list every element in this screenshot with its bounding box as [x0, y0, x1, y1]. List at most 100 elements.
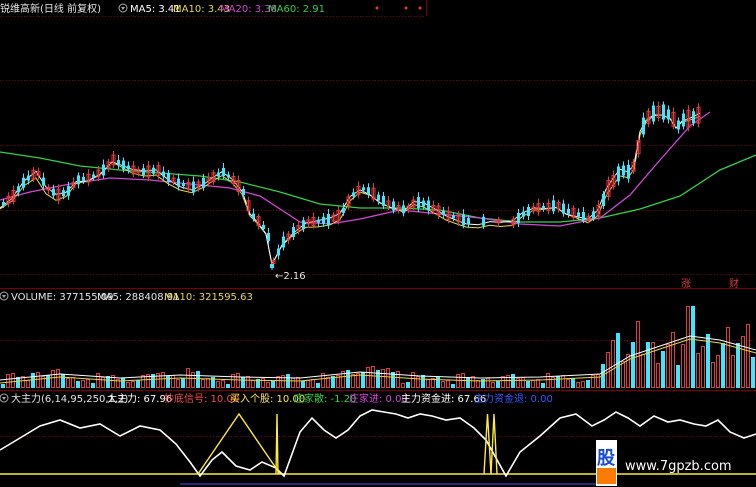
- volume-bar-up: [596, 374, 600, 388]
- watermark-url: www.7gpzb.com: [625, 459, 732, 474]
- chaodi-signal-label: 抄底信号: 10.00: [164, 392, 239, 405]
- volume-bar-up: [131, 381, 135, 388]
- volume-bar-up: [386, 368, 390, 388]
- badge-zhang[interactable]: 涨: [681, 278, 691, 290]
- candle-body-down: [682, 113, 685, 127]
- indicator-toggle-arrow-icon: [121, 7, 125, 10]
- volume-bar-up: [446, 380, 450, 388]
- volume-panel-header: VOLUME: 377155.09 MA5: 288408.91 MA10: 3…: [0, 291, 253, 303]
- volume-bar-down: [121, 378, 125, 388]
- volume-bar-up: [456, 374, 460, 388]
- volume-bar-up: [711, 362, 715, 388]
- volume-bar-up: [561, 375, 565, 388]
- candle-body-down: [352, 192, 355, 197]
- volume-bar-up: [221, 380, 225, 388]
- candle-body-down: [642, 117, 645, 135]
- candle-body-down: [117, 160, 120, 165]
- candle-body-down: [167, 172, 170, 182]
- candle-body-down: [567, 208, 570, 214]
- volume-bar-up: [416, 376, 420, 388]
- candle-body-down: [517, 213, 520, 223]
- stock-title[interactable]: 锐维高新(日线 前复权): [0, 2, 101, 15]
- volume-ma10-line: [0, 338, 756, 384]
- marker-dot-icon: [404, 6, 408, 10]
- candle-body-down: [27, 175, 30, 181]
- volume-bar-up: [206, 378, 210, 388]
- dazhuli-label: 大主力: 67.96: [107, 392, 172, 405]
- candle-body-down: [327, 214, 330, 225]
- candle-body-down: [452, 215, 455, 219]
- ma60-label: MA60: 2.91: [268, 4, 325, 15]
- volume-bar-up: [581, 381, 585, 388]
- candle-body-down: [442, 211, 445, 215]
- ma5-line: [0, 112, 701, 267]
- volume-bar-up: [401, 383, 405, 388]
- volume-bar-up: [86, 379, 90, 388]
- candle-body-down: [402, 205, 405, 214]
- fund-out-label: 主力资金退: 0.00: [474, 392, 553, 405]
- marker-dot-icon: [375, 6, 379, 10]
- volume-bar-up: [576, 382, 580, 388]
- indicator-panel-arrow-icon: [2, 397, 6, 400]
- candle-body-down: [262, 225, 265, 229]
- volume-bar-up: [441, 381, 445, 388]
- candle-body-down: [382, 196, 385, 206]
- volume-bar-down: [61, 374, 65, 388]
- volume-bar-down: [76, 381, 80, 388]
- volume-bar-up: [546, 373, 550, 388]
- volume-bar-up: [351, 374, 355, 388]
- volume-bar-up: [176, 379, 180, 388]
- volume-bar-up: [636, 321, 640, 388]
- volume-ma5-line: [0, 335, 756, 381]
- candle-body-down: [42, 177, 45, 186]
- candle-body-down: [52, 188, 55, 196]
- candle-body-down: [82, 177, 85, 181]
- candle-body-down: [322, 216, 325, 224]
- buy-signal-spike: [490, 413, 498, 475]
- stock-chart-canvas[interactable]: 锐维高新(日线 前复权) MA5: 3.41 MA10: 3.43 MA20: …: [0, 0, 756, 487]
- candle-body-down: [282, 236, 285, 248]
- volume-bar-down: [181, 378, 185, 388]
- candle-body-down: [317, 219, 320, 223]
- volume-bar-up: [126, 382, 130, 388]
- volume-bar-up: [726, 327, 730, 388]
- volume-bar-up: [716, 355, 720, 388]
- candle-body-down: [267, 233, 270, 241]
- candle-body-down: [622, 165, 625, 176]
- volume-bar-down: [751, 357, 755, 388]
- top-right-markers: [375, 6, 422, 10]
- zhuangjia-jin-label: 庄家进: 0.00: [349, 392, 408, 405]
- candle-body-down: [302, 220, 305, 230]
- volume-bar-up: [371, 366, 375, 388]
- volume-bar-up: [66, 378, 70, 388]
- volume-bar-up: [246, 376, 250, 388]
- volume-bar-up: [161, 372, 165, 388]
- volume-bar-up: [291, 378, 295, 388]
- volume-bar-up: [491, 382, 495, 388]
- candle-body-down: [152, 167, 155, 174]
- zhuangjia-san-label: 庄家散: -1.20: [294, 392, 356, 405]
- volume-bar-down: [661, 351, 665, 388]
- candle-body-down: [127, 165, 130, 170]
- candle-body-down: [252, 213, 255, 219]
- candle-body-down: [77, 175, 80, 185]
- volume-bar-up: [296, 377, 300, 388]
- volume-bar-down: [721, 343, 725, 388]
- candle-body-down: [202, 177, 205, 188]
- candle-body-down: [277, 248, 280, 256]
- volume-bar-up: [366, 367, 370, 388]
- volume-bar-down: [91, 383, 95, 388]
- volume-bar-down: [136, 380, 140, 388]
- price-candles[interactable]: [2, 101, 701, 267]
- volume-toggle-arrow-icon: [2, 295, 6, 298]
- candle-body-down: [367, 187, 370, 195]
- volume-bar-down: [301, 381, 305, 388]
- volume-bar-up: [101, 377, 105, 388]
- candle-body-down: [417, 197, 420, 209]
- candle-body-down: [17, 186, 20, 193]
- volume-bar-up: [741, 336, 745, 388]
- badge-cai[interactable]: 财: [729, 277, 739, 290]
- candle-body-down: [392, 201, 395, 211]
- volume-bar-down: [1, 384, 5, 388]
- watermark: 股 www.7gpzb.com: [596, 440, 732, 486]
